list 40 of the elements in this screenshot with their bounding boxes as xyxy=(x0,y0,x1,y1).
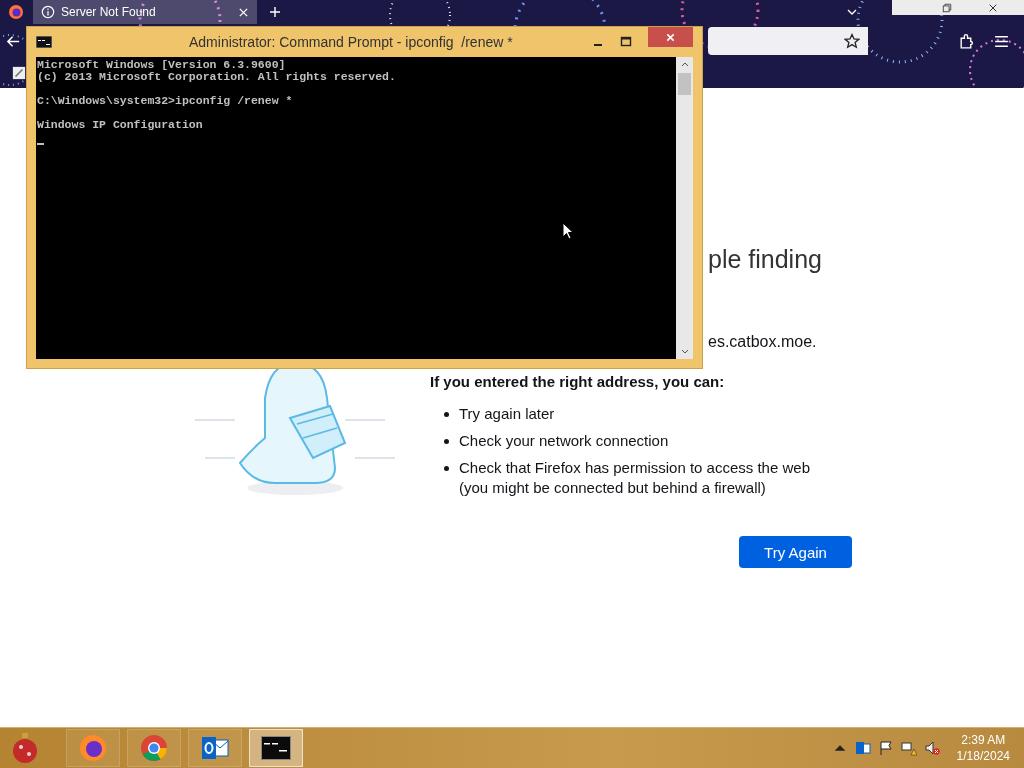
close-button[interactable] xyxy=(648,27,693,47)
firefox-icon[interactable] xyxy=(8,4,24,20)
firefox-icon xyxy=(78,733,108,763)
bookmark-icon[interactable] xyxy=(12,66,26,80)
console-icon xyxy=(261,733,291,763)
clock-date[interactable]: 1/18/2024 xyxy=(956,748,1010,764)
console-line: Windows IP Configuration xyxy=(37,119,203,131)
suggestion-text: Check your network connection xyxy=(459,431,669,451)
error-heading: ple finding xyxy=(708,245,822,275)
console-line: Microsoft Windows [Version 6.3.9600] xyxy=(37,59,286,71)
chrome-icon xyxy=(139,733,169,763)
browser-tab[interactable]: Server Not Found xyxy=(33,0,257,24)
scrollbar[interactable] xyxy=(676,57,693,359)
network-warning-icon[interactable] xyxy=(900,740,917,756)
suggestion-heading: If you entered the right address, you can: xyxy=(430,373,726,390)
console-line: C:\Windows\system32>ipconfig /renew * xyxy=(37,95,293,107)
info-icon xyxy=(41,5,55,19)
ornament-icon[interactable] xyxy=(10,732,40,764)
text-cursor-icon xyxy=(37,143,44,145)
flag-icon[interactable] xyxy=(877,740,894,756)
speaker-muted-icon[interactable] xyxy=(923,740,940,756)
suggestion-text: Try again later xyxy=(459,404,555,424)
close-icon[interactable] xyxy=(988,2,998,13)
try-again-button[interactable]: Try Again xyxy=(739,536,852,568)
suggestion-text: Check that Firefox has permission to access the web (you might be connected but behind a firewall) xyxy=(459,458,811,498)
console-icon xyxy=(36,36,52,48)
error-message: es.catbox.moe. xyxy=(708,333,817,352)
new-tab-icon[interactable] xyxy=(269,6,281,18)
clock-time[interactable]: 2:39 AM xyxy=(961,732,1006,748)
scroll-thumb[interactable] xyxy=(678,73,691,95)
maximize-icon[interactable] xyxy=(620,36,632,48)
window-title: Administrator: Command Prompt - ipconfig /renew * xyxy=(189,34,514,50)
close-icon xyxy=(665,31,676,43)
taskbar-app[interactable] xyxy=(249,729,303,767)
mail-icon[interactable] xyxy=(854,740,871,756)
mouse-cursor-icon xyxy=(562,222,574,240)
star-icon[interactable] xyxy=(844,33,860,49)
console-line: (c) 2013 Microsoft Corporation. All rights reserved. xyxy=(37,71,396,83)
puzzle-icon[interactable] xyxy=(958,32,975,50)
restore-icon[interactable] xyxy=(942,2,952,13)
